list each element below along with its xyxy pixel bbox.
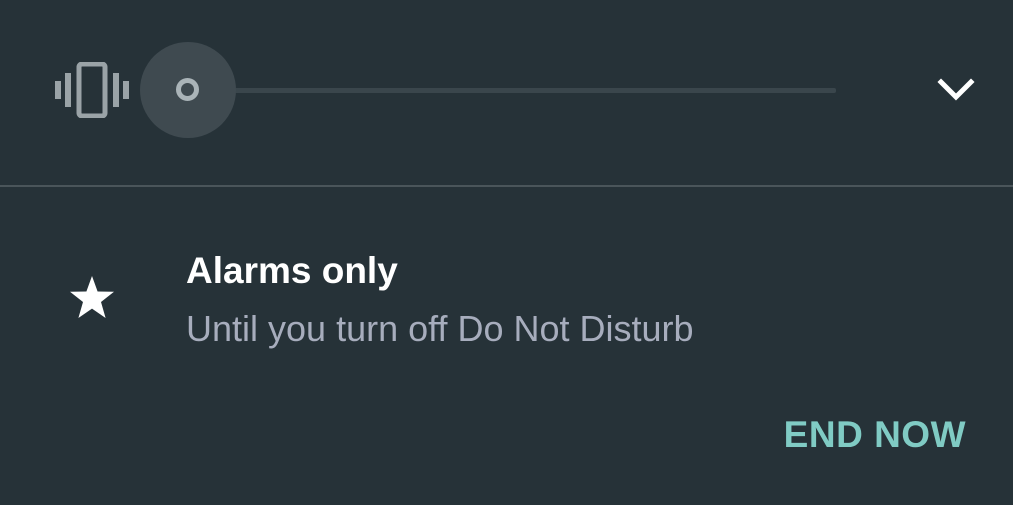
chevron-down-icon	[936, 76, 976, 109]
end-now-button[interactable]: END NOW	[766, 407, 966, 463]
dnd-mode-subtitle: Until you turn off Do Not Disturb	[186, 308, 694, 349]
dnd-mode-title: Alarms only	[186, 250, 398, 291]
slider-track[interactable]	[188, 88, 836, 93]
volume-slider[interactable]	[140, 42, 840, 138]
do-not-disturb-panel: Alarms only Until you turn off Do Not Di…	[0, 187, 1013, 505]
slider-thumb[interactable]	[176, 78, 199, 101]
volume-row	[0, 0, 1013, 186]
star-icon	[68, 274, 116, 322]
expand-button[interactable]	[926, 66, 986, 118]
vibrate-icon[interactable]	[54, 61, 130, 119]
